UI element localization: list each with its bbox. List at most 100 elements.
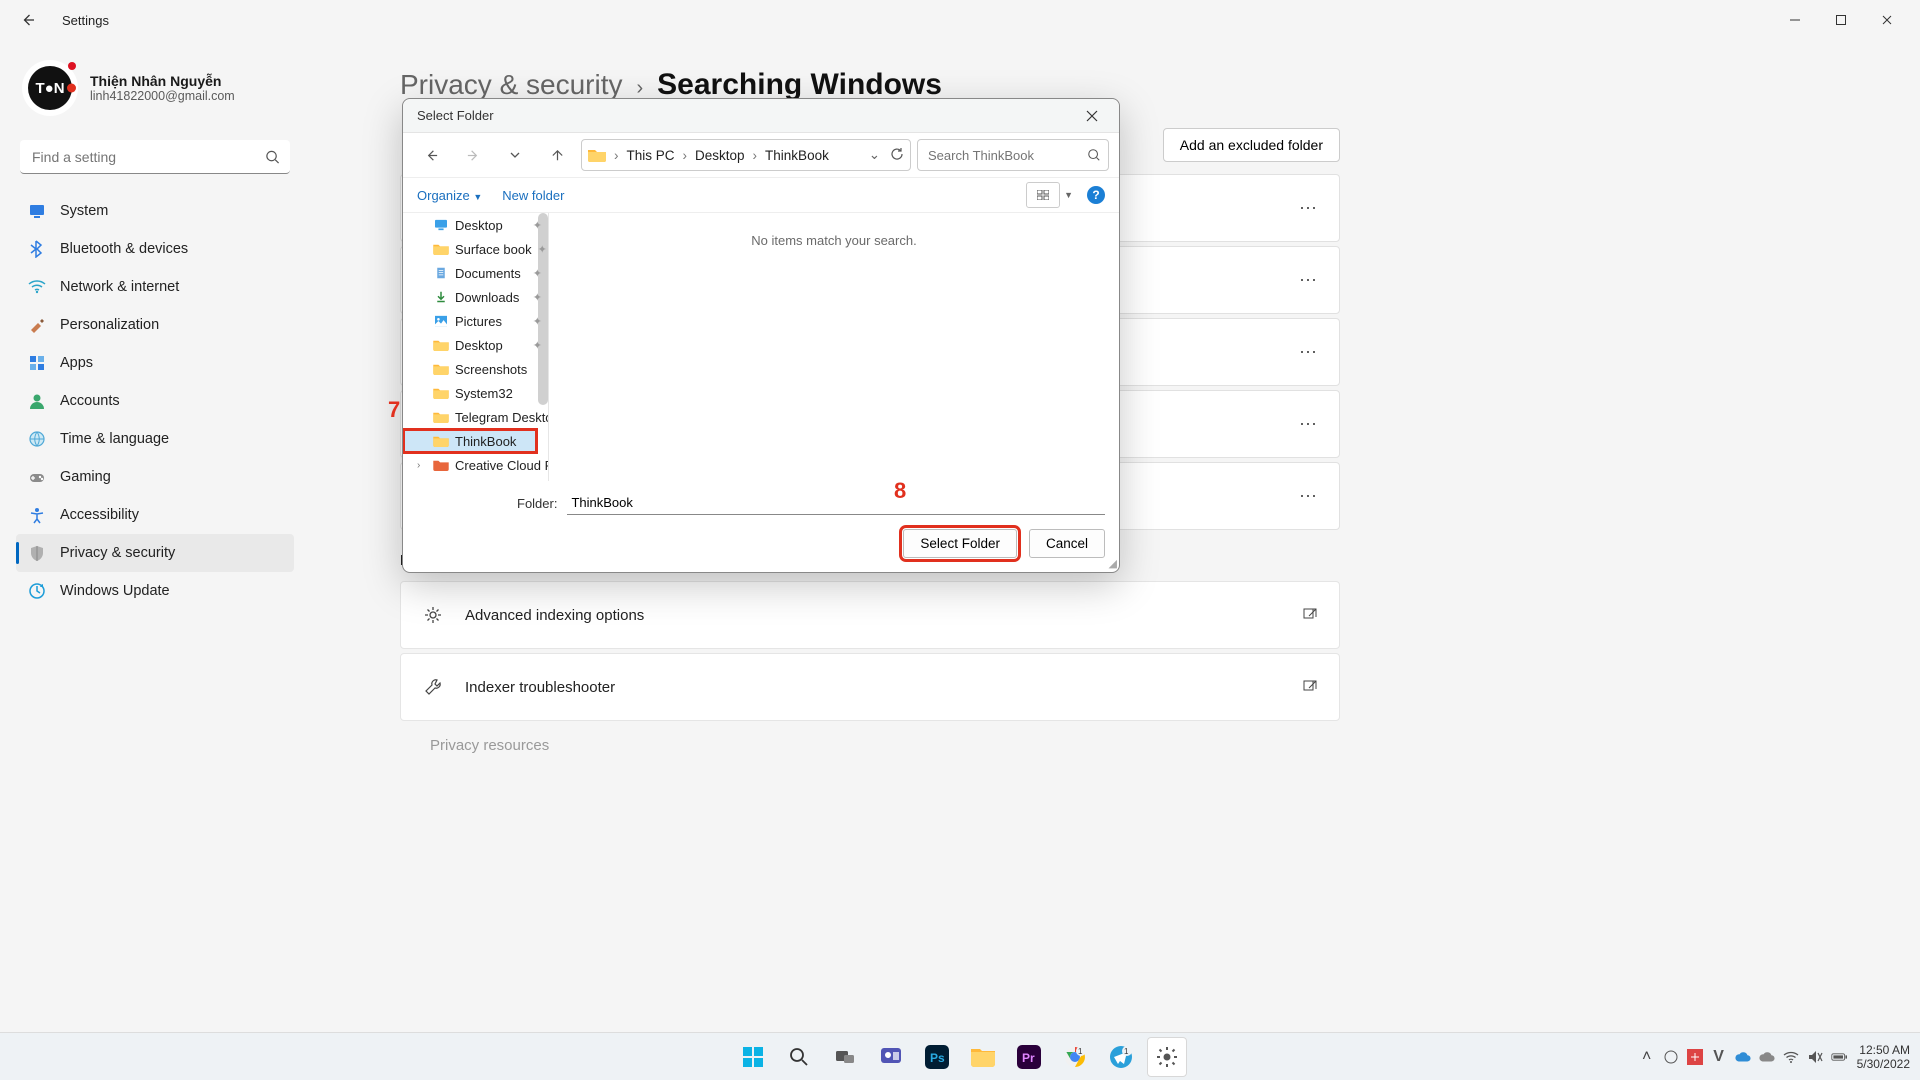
nav-item-accessibility[interactable]: Accessibility xyxy=(16,496,294,534)
recent-locations-button[interactable] xyxy=(497,139,533,171)
tree-item[interactable]: ThinkBook xyxy=(403,429,537,453)
resize-handle[interactable]: ◢ xyxy=(1109,557,1117,570)
related-item-troubleshoot[interactable]: Indexer troubleshooter xyxy=(400,653,1340,721)
nav: SystemBluetooth & devicesNetwork & inter… xyxy=(16,192,294,610)
back-button[interactable] xyxy=(10,2,46,38)
onedrive-icon[interactable] xyxy=(1759,1049,1775,1065)
tray-app-icon[interactable]: V xyxy=(1711,1049,1727,1065)
nav-label: Windows Update xyxy=(60,583,170,599)
tree-label: Documents xyxy=(455,266,521,281)
avatar: T●N xyxy=(22,60,78,116)
path-segment[interactable]: Desktop xyxy=(695,148,745,163)
app-teams[interactable] xyxy=(871,1037,911,1077)
address-bar[interactable]: › This PC › Desktop › ThinkBook ⌄ xyxy=(581,139,911,171)
chevron-down-icon[interactable]: ⌄ xyxy=(869,147,880,163)
add-excluded-folder-button[interactable]: Add an excluded folder xyxy=(1163,128,1340,162)
nav-item-bluetooth-devices[interactable]: Bluetooth & devices xyxy=(16,230,294,268)
nav-item-apps[interactable]: Apps xyxy=(16,344,294,382)
nav-item-time-language[interactable]: Time & language xyxy=(16,420,294,458)
select-folder-button[interactable]: Select Folder xyxy=(903,529,1017,558)
nav-forward-button[interactable] xyxy=(455,139,491,171)
app-chrome[interactable]: 1 xyxy=(1055,1037,1095,1077)
tree-item[interactable]: Downloads✦ xyxy=(403,285,548,309)
wifi-icon[interactable] xyxy=(1783,1049,1799,1065)
window-title: Settings xyxy=(62,13,109,28)
tree-item[interactable]: Surface book✦ xyxy=(403,237,548,261)
related-item-advanced[interactable]: Advanced indexing options xyxy=(400,581,1340,649)
chevron-down-icon[interactable]: ▼ xyxy=(1064,190,1073,200)
search-input[interactable] xyxy=(20,140,290,174)
nav-item-gaming[interactable]: Gaming xyxy=(16,458,294,496)
app-premiere[interactable]: Pr xyxy=(1009,1037,1049,1077)
tree-item[interactable]: Desktop✦ xyxy=(403,333,548,357)
tree-item[interactable]: System32 xyxy=(403,381,548,405)
close-button[interactable] xyxy=(1864,4,1910,36)
nav-item-system[interactable]: System xyxy=(16,192,294,230)
app-settings[interactable] xyxy=(1147,1037,1187,1077)
app-telegram[interactable]: 1 xyxy=(1101,1037,1141,1077)
pin-icon: ✦ xyxy=(538,243,547,256)
more-icon[interactable]: ⋯ xyxy=(1299,198,1319,219)
new-folder-button[interactable]: New folder xyxy=(502,188,564,203)
clock[interactable]: 12:50 AM 5/30/2022 xyxy=(1857,1043,1910,1071)
tray-app-icon[interactable] xyxy=(1687,1049,1703,1065)
path-segment[interactable]: This PC xyxy=(627,148,675,163)
cancel-button[interactable]: Cancel xyxy=(1029,529,1105,558)
svg-text:Ps: Ps xyxy=(930,1051,945,1065)
nav-back-button[interactable] xyxy=(413,139,449,171)
refresh-icon[interactable] xyxy=(890,147,904,161)
tray-chevron-icon[interactable]: ˄ xyxy=(1639,1049,1655,1065)
breadcrumb-parent[interactable]: Privacy & security xyxy=(400,69,623,101)
path-segment[interactable]: ThinkBook xyxy=(765,148,829,163)
folder-tree[interactable]: Desktop✦Surface book✦Documents✦Downloads… xyxy=(403,213,549,481)
more-icon[interactable]: ⋯ xyxy=(1299,486,1319,507)
nav-item-privacy-security[interactable]: Privacy & security xyxy=(16,534,294,572)
profile[interactable]: T●N Thiện Nhân Nguyễn linh41822000@gmail… xyxy=(16,52,294,134)
tree-item[interactable]: Screenshots xyxy=(403,357,548,381)
related-item-privacy[interactable]: Privacy resources xyxy=(400,725,1340,765)
dialog-close-button[interactable] xyxy=(1075,102,1109,130)
nav-item-network-internet[interactable]: Network & internet xyxy=(16,268,294,306)
globe-icon xyxy=(28,430,46,448)
annotation-7: 7 xyxy=(388,397,400,423)
folder-name-input[interactable] xyxy=(567,491,1105,515)
taskview-button[interactable] xyxy=(825,1037,865,1077)
view-button[interactable] xyxy=(1026,182,1060,208)
tree-label: ThinkBook xyxy=(455,434,516,449)
tray-app-icon[interactable] xyxy=(1663,1049,1679,1065)
brush-icon xyxy=(28,316,46,334)
tree-item[interactable]: ›Creative Cloud Fil xyxy=(403,453,548,477)
nav-item-personalization[interactable]: Personalization xyxy=(16,306,294,344)
more-icon[interactable]: ⋯ xyxy=(1299,342,1319,363)
tree-item[interactable]: Desktop✦ xyxy=(403,213,548,237)
taskbar-search[interactable] xyxy=(779,1037,819,1077)
volume-icon[interactable] xyxy=(1807,1049,1823,1065)
nav-label: Time & language xyxy=(60,431,169,447)
tree-item[interactable]: Pictures✦ xyxy=(403,309,548,333)
battery-icon[interactable] xyxy=(1831,1049,1847,1065)
open-icon[interactable] xyxy=(1303,608,1317,622)
organize-menu[interactable]: Organize ▼ xyxy=(417,188,482,203)
nav-item-accounts[interactable]: Accounts xyxy=(16,382,294,420)
onedrive-icon[interactable] xyxy=(1735,1049,1751,1065)
pin-icon: ✦ xyxy=(533,315,542,328)
nav-item-windows-update[interactable]: Windows Update xyxy=(16,572,294,610)
app-photoshop[interactable]: Ps xyxy=(917,1037,957,1077)
start-button[interactable] xyxy=(733,1037,773,1077)
nav-up-button[interactable] xyxy=(539,139,575,171)
minimize-button[interactable] xyxy=(1772,4,1818,36)
dialog-search-input[interactable] xyxy=(917,139,1109,171)
shield-icon xyxy=(28,544,46,562)
profile-email: linh41822000@gmail.com xyxy=(90,89,235,103)
help-icon[interactable]: ? xyxy=(1087,186,1105,204)
tree-item[interactable]: Telegram Deskto xyxy=(403,405,548,429)
arrow-left-icon xyxy=(20,12,36,28)
tree-item[interactable]: Documents✦ xyxy=(403,261,548,285)
folder-label: Folder: xyxy=(517,496,557,511)
app-explorer[interactable] xyxy=(963,1037,1003,1077)
more-icon[interactable]: ⋯ xyxy=(1299,414,1319,435)
maximize-button[interactable] xyxy=(1818,4,1864,36)
more-icon[interactable]: ⋯ xyxy=(1299,270,1319,291)
page-title: Searching Windows xyxy=(657,68,942,102)
open-icon[interactable] xyxy=(1303,680,1317,694)
